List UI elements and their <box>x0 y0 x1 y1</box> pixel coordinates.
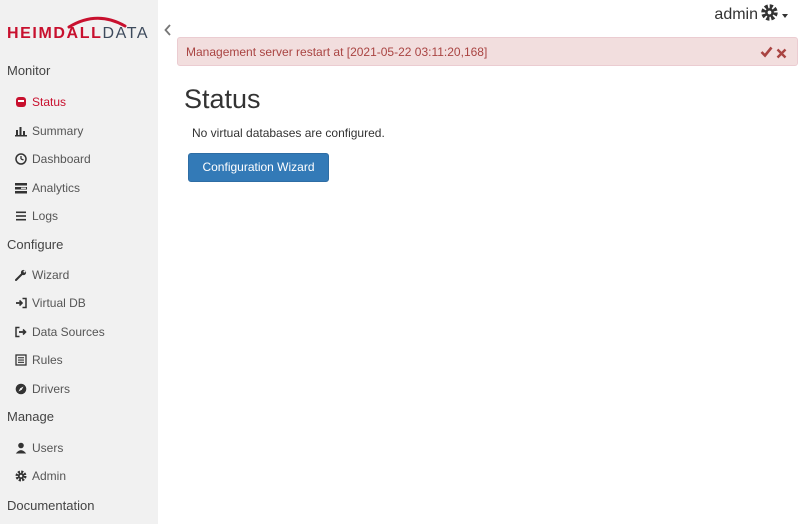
page-title: Status <box>184 84 261 114</box>
section-manage: Manage <box>7 409 54 424</box>
sidebar-item-users[interactable]: Users <box>15 439 63 457</box>
alert-banner: Management server restart at [2021-05-22… <box>177 37 798 66</box>
sidebar-item-wizard[interactable]: Wizard <box>15 266 69 284</box>
logo-text-part1: HEIMDALL <box>7 25 103 42</box>
sidebar-item-label: Rules <box>32 353 63 367</box>
close-icon[interactable] <box>776 46 787 59</box>
sidebar-item-label: Drivers <box>32 382 70 396</box>
sidebar-item-documentation[interactable]: Documentation <box>7 498 94 513</box>
logo-text-part2: DATA <box>102 25 150 42</box>
sidebar-item-drivers[interactable]: Drivers <box>15 380 70 398</box>
empty-state-message: No virtual databases are configured. <box>192 126 385 140</box>
gear-icon <box>761 4 778 26</box>
check-icon[interactable] <box>760 45 773 58</box>
alert-message: Management server restart at [2021-05-22… <box>186 45 488 59</box>
user-icon <box>15 442 27 454</box>
logo-text: HEIMDALLDATA <box>7 25 149 43</box>
status-icon <box>15 96 27 108</box>
caret-down-icon <box>782 14 788 18</box>
sidebar-item-label: Status <box>32 95 67 109</box>
sidebar-item-label: Data Sources <box>32 325 105 339</box>
collapse-sidebar-button[interactable] <box>161 22 175 38</box>
sidebar-item-dashboard[interactable]: Dashboard <box>15 150 91 168</box>
sidebar-item-rules[interactable]: Rules <box>15 351 63 369</box>
sidebar-item-label: Users <box>32 441 64 455</box>
section-monitor: Monitor <box>7 63 51 78</box>
gear-icon <box>15 470 27 482</box>
sidebar-item-virtual-db[interactable]: Virtual DB <box>15 294 86 312</box>
list-icon <box>15 210 27 222</box>
sidebar-item-label: Wizard <box>32 268 70 282</box>
sign-out-icon <box>15 326 27 338</box>
user-menu[interactable]: admin <box>714 4 788 26</box>
sidebar-item-label: Summary <box>32 124 84 138</box>
sidebar-item-label: Admin <box>32 469 67 483</box>
sidebar-item-analytics[interactable]: Analytics <box>15 179 80 197</box>
sidebar-item-label: Analytics <box>32 181 81 195</box>
sidebar: HEIMDALLDATA Monitor Status Summary Dash… <box>0 0 158 524</box>
sidebar-item-label: Dashboard <box>32 152 91 166</box>
list-alt-icon <box>15 354 27 366</box>
analytics-icon <box>15 182 27 194</box>
sidebar-item-summary[interactable]: Summary <box>15 122 83 140</box>
section-configure: Configure <box>7 237 64 252</box>
sidebar-item-admin[interactable]: Admin <box>15 467 66 485</box>
sidebar-item-label: Logs <box>32 209 59 223</box>
bar-chart-icon <box>15 125 27 137</box>
chevron-left-icon <box>164 24 171 36</box>
compass-icon <box>15 383 27 395</box>
username: admin <box>714 6 758 23</box>
sidebar-item-label: Virtual DB <box>32 296 86 310</box>
heimdall-data-logo[interactable]: HEIMDALLDATA <box>7 14 152 44</box>
configuration-wizard-button[interactable]: Configuration Wizard <box>188 153 329 182</box>
dashboard-icon <box>15 153 27 165</box>
wrench-icon <box>15 269 27 281</box>
sign-in-icon <box>15 297 27 309</box>
sidebar-item-status[interactable]: Status <box>15 93 66 111</box>
sidebar-item-logs[interactable]: Logs <box>15 207 58 225</box>
sidebar-item-data-sources[interactable]: Data Sources <box>15 323 105 341</box>
